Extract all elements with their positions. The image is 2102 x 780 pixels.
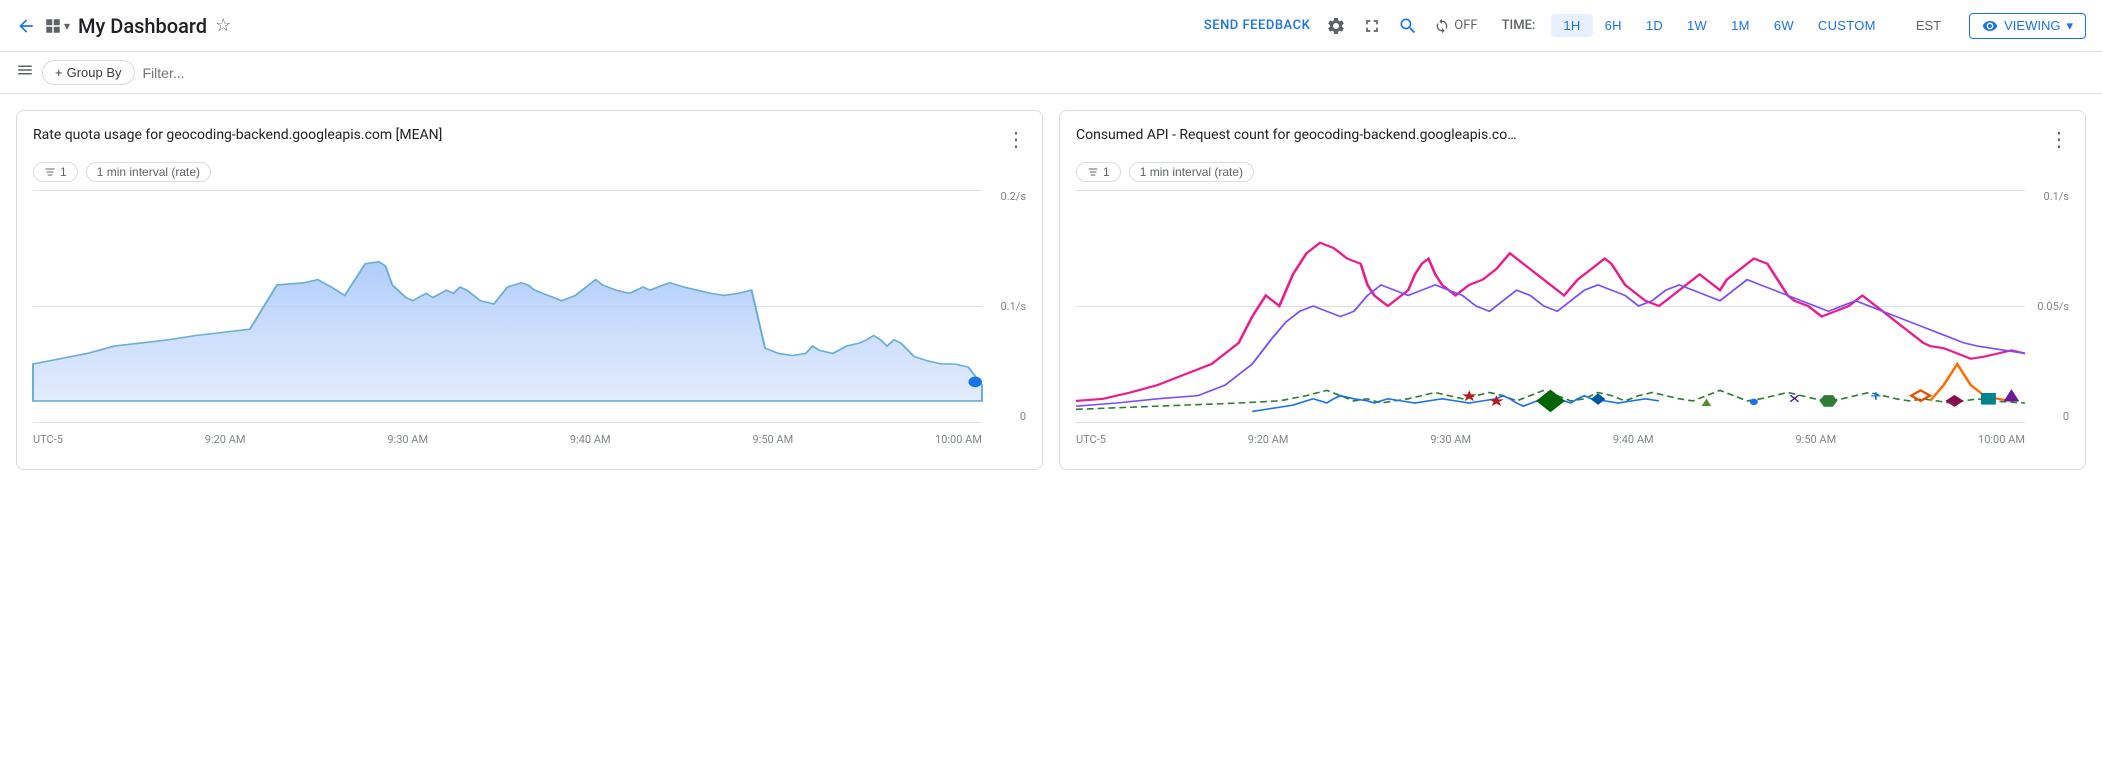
chart-card-1: Rate quota usage for geocoding-backend.g…: [16, 110, 1043, 470]
time-label: TIME:: [1502, 18, 1536, 33]
header: ▾ My Dashboard ☆ SEND FEEDBACK OFF TIME:…: [0, 0, 2102, 52]
time-1h-button[interactable]: 1H: [1551, 14, 1592, 37]
chart-inner-1: [33, 190, 982, 423]
refresh-label: OFF: [1454, 18, 1477, 33]
svg-text:▲: ▲: [1698, 394, 1714, 410]
time-6h-button[interactable]: 6H: [1593, 14, 1634, 37]
time-1w-button[interactable]: 1W: [1675, 14, 1719, 37]
chart-svg-2: ★ ★ ◆ ▲ ● ✕ +: [1076, 190, 2025, 422]
filter-count-1: 1: [60, 165, 67, 179]
chart-more-button-2[interactable]: ⋮: [2049, 127, 2069, 152]
chart-meta-1: 1 1 min interval (rate): [33, 162, 1026, 182]
header-icons: [1326, 16, 1418, 36]
chart-svg-1: [33, 190, 982, 422]
chart-title-1: Rate quota usage for geocoding-backend.g…: [33, 127, 442, 143]
svg-text:+: +: [1870, 388, 1881, 405]
group-by-button[interactable]: + Group By: [42, 60, 135, 85]
time-1d-button[interactable]: 1D: [1634, 14, 1675, 37]
chart-y-labels-1: 0.2/s 0.1/s 0: [986, 190, 1026, 423]
chart-x-labels-2: UTC-5 9:20 AM 9:30 AM 9:40 AM 9:50 AM 10…: [1076, 425, 2025, 453]
send-feedback-button[interactable]: SEND FEEDBACK: [1204, 18, 1310, 33]
fullscreen-icon[interactable]: [1362, 16, 1382, 36]
interval-badge-1[interactable]: 1 min interval (rate): [86, 162, 211, 182]
back-button[interactable]: [16, 16, 36, 36]
time-6w-button[interactable]: 6W: [1762, 14, 1806, 37]
timezone-button[interactable]: EST: [1904, 14, 1953, 37]
chart-filter-badge-1[interactable]: 1: [33, 162, 78, 182]
chart-area-1: 0.2/s 0.1/s 0: [33, 190, 1026, 453]
page-title: My Dashboard: [78, 14, 207, 38]
group-by-label: Group By: [67, 65, 122, 80]
interval-badge-2[interactable]: 1 min interval (rate): [1129, 162, 1254, 182]
viewing-label: VIEWING: [2004, 18, 2060, 33]
chart-filter-badge-2[interactable]: 1: [1076, 162, 1121, 182]
svg-text:◆: ◆: [1591, 390, 1607, 407]
chart-area-2: 0.1/s 0.05/s 0: [1076, 190, 2069, 453]
main-content: Rate quota usage for geocoding-backend.g…: [0, 94, 2102, 486]
dashboard-dropdown-icon: ▾: [64, 19, 70, 33]
time-1m-button[interactable]: 1M: [1719, 14, 1762, 37]
chart-x-labels-1: UTC-5 9:20 AM 9:30 AM 9:40 AM 9:50 AM 10…: [33, 425, 982, 453]
search-icon[interactable]: [1398, 16, 1418, 36]
filter-count-2: 1: [1103, 165, 1110, 179]
chart-title-2: Consumed API - Request count for geocodi…: [1076, 127, 1517, 143]
chart-meta-2: 1 1 min interval (rate): [1076, 162, 2069, 182]
group-by-plus: +: [55, 65, 63, 80]
svg-text:✕: ✕: [1788, 391, 1802, 407]
svg-text:★: ★: [1461, 388, 1478, 405]
chart-more-button-1[interactable]: ⋮: [1006, 127, 1026, 152]
settings-icon[interactable]: [1326, 16, 1346, 36]
filter-bar: + Group By: [0, 52, 2102, 94]
menu-icon[interactable]: [16, 61, 34, 84]
header-center: SEND FEEDBACK OFF TIME: 1H 6H 1D 1W 1M 6…: [1204, 13, 2086, 39]
dashboard-icon[interactable]: ▾: [44, 17, 70, 35]
time-custom-button[interactable]: CUSTOM: [1806, 14, 1888, 37]
header-left: ▾ My Dashboard ☆: [16, 14, 1196, 38]
svg-text:★: ★: [1488, 393, 1505, 410]
chart-header-1: Rate quota usage for geocoding-backend.g…: [33, 127, 1026, 152]
viewing-dropdown-icon: ▾: [2066, 18, 2073, 34]
filter-input[interactable]: [143, 65, 2086, 81]
svg-text:●: ●: [1748, 393, 1759, 410]
chart-card-2: Consumed API - Request count for geocodi…: [1059, 110, 2086, 470]
time-buttons: 1H 6H 1D 1W 1M 6W CUSTOM: [1551, 14, 1887, 37]
auto-refresh-toggle[interactable]: OFF: [1434, 18, 1477, 34]
chart-inner-2: ★ ★ ◆ ▲ ● ✕ +: [1076, 190, 2025, 423]
star-icon[interactable]: ☆: [215, 15, 231, 36]
chart-header-2: Consumed API - Request count for geocodi…: [1076, 127, 2069, 152]
viewing-button[interactable]: VIEWING ▾: [1969, 13, 2086, 39]
chart-y-labels-2: 0.1/s 0.05/s 0: [2029, 190, 2069, 423]
